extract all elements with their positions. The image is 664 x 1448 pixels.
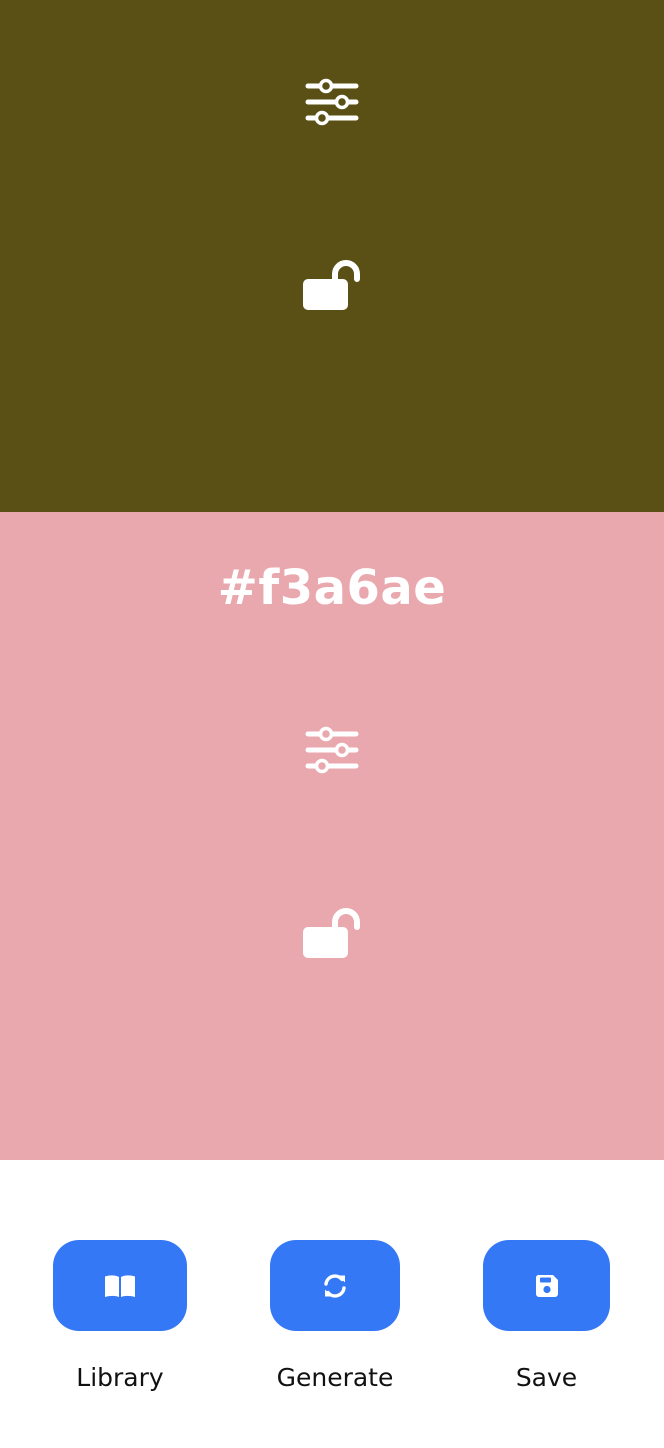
unlocked-icon bbox=[303, 260, 360, 310]
color-swatch-2[interactable]: #f3a6ae bbox=[0, 512, 664, 1160]
lock-button[interactable] bbox=[296, 896, 368, 968]
book-icon bbox=[105, 1274, 135, 1297]
generate-button[interactable] bbox=[270, 1240, 400, 1331]
palette-app: #f3a6ae Library Generate Save bbox=[0, 0, 664, 1448]
generate-action: Generate bbox=[270, 1240, 400, 1393]
hex-code-label[interactable]: #f3a6ae bbox=[0, 560, 664, 616]
generate-label: Generate bbox=[276, 1363, 394, 1392]
save-action: Save bbox=[483, 1240, 610, 1393]
floppy-disk-icon bbox=[535, 1274, 558, 1297]
refresh-icon bbox=[324, 1273, 346, 1298]
sliders-icon bbox=[305, 78, 359, 126]
adjust-button[interactable] bbox=[296, 66, 368, 138]
lock-button[interactable] bbox=[296, 248, 368, 320]
library-label: Library bbox=[76, 1363, 164, 1392]
library-action: Library bbox=[53, 1240, 187, 1393]
unlocked-icon bbox=[303, 908, 360, 958]
library-button[interactable] bbox=[53, 1240, 187, 1331]
save-label: Save bbox=[515, 1363, 578, 1392]
adjust-button[interactable] bbox=[296, 714, 368, 786]
bottom-toolbar: Library Generate Save bbox=[0, 1160, 664, 1448]
save-button[interactable] bbox=[483, 1240, 610, 1331]
color-swatch-1[interactable] bbox=[0, 0, 664, 512]
sliders-icon bbox=[305, 726, 359, 774]
